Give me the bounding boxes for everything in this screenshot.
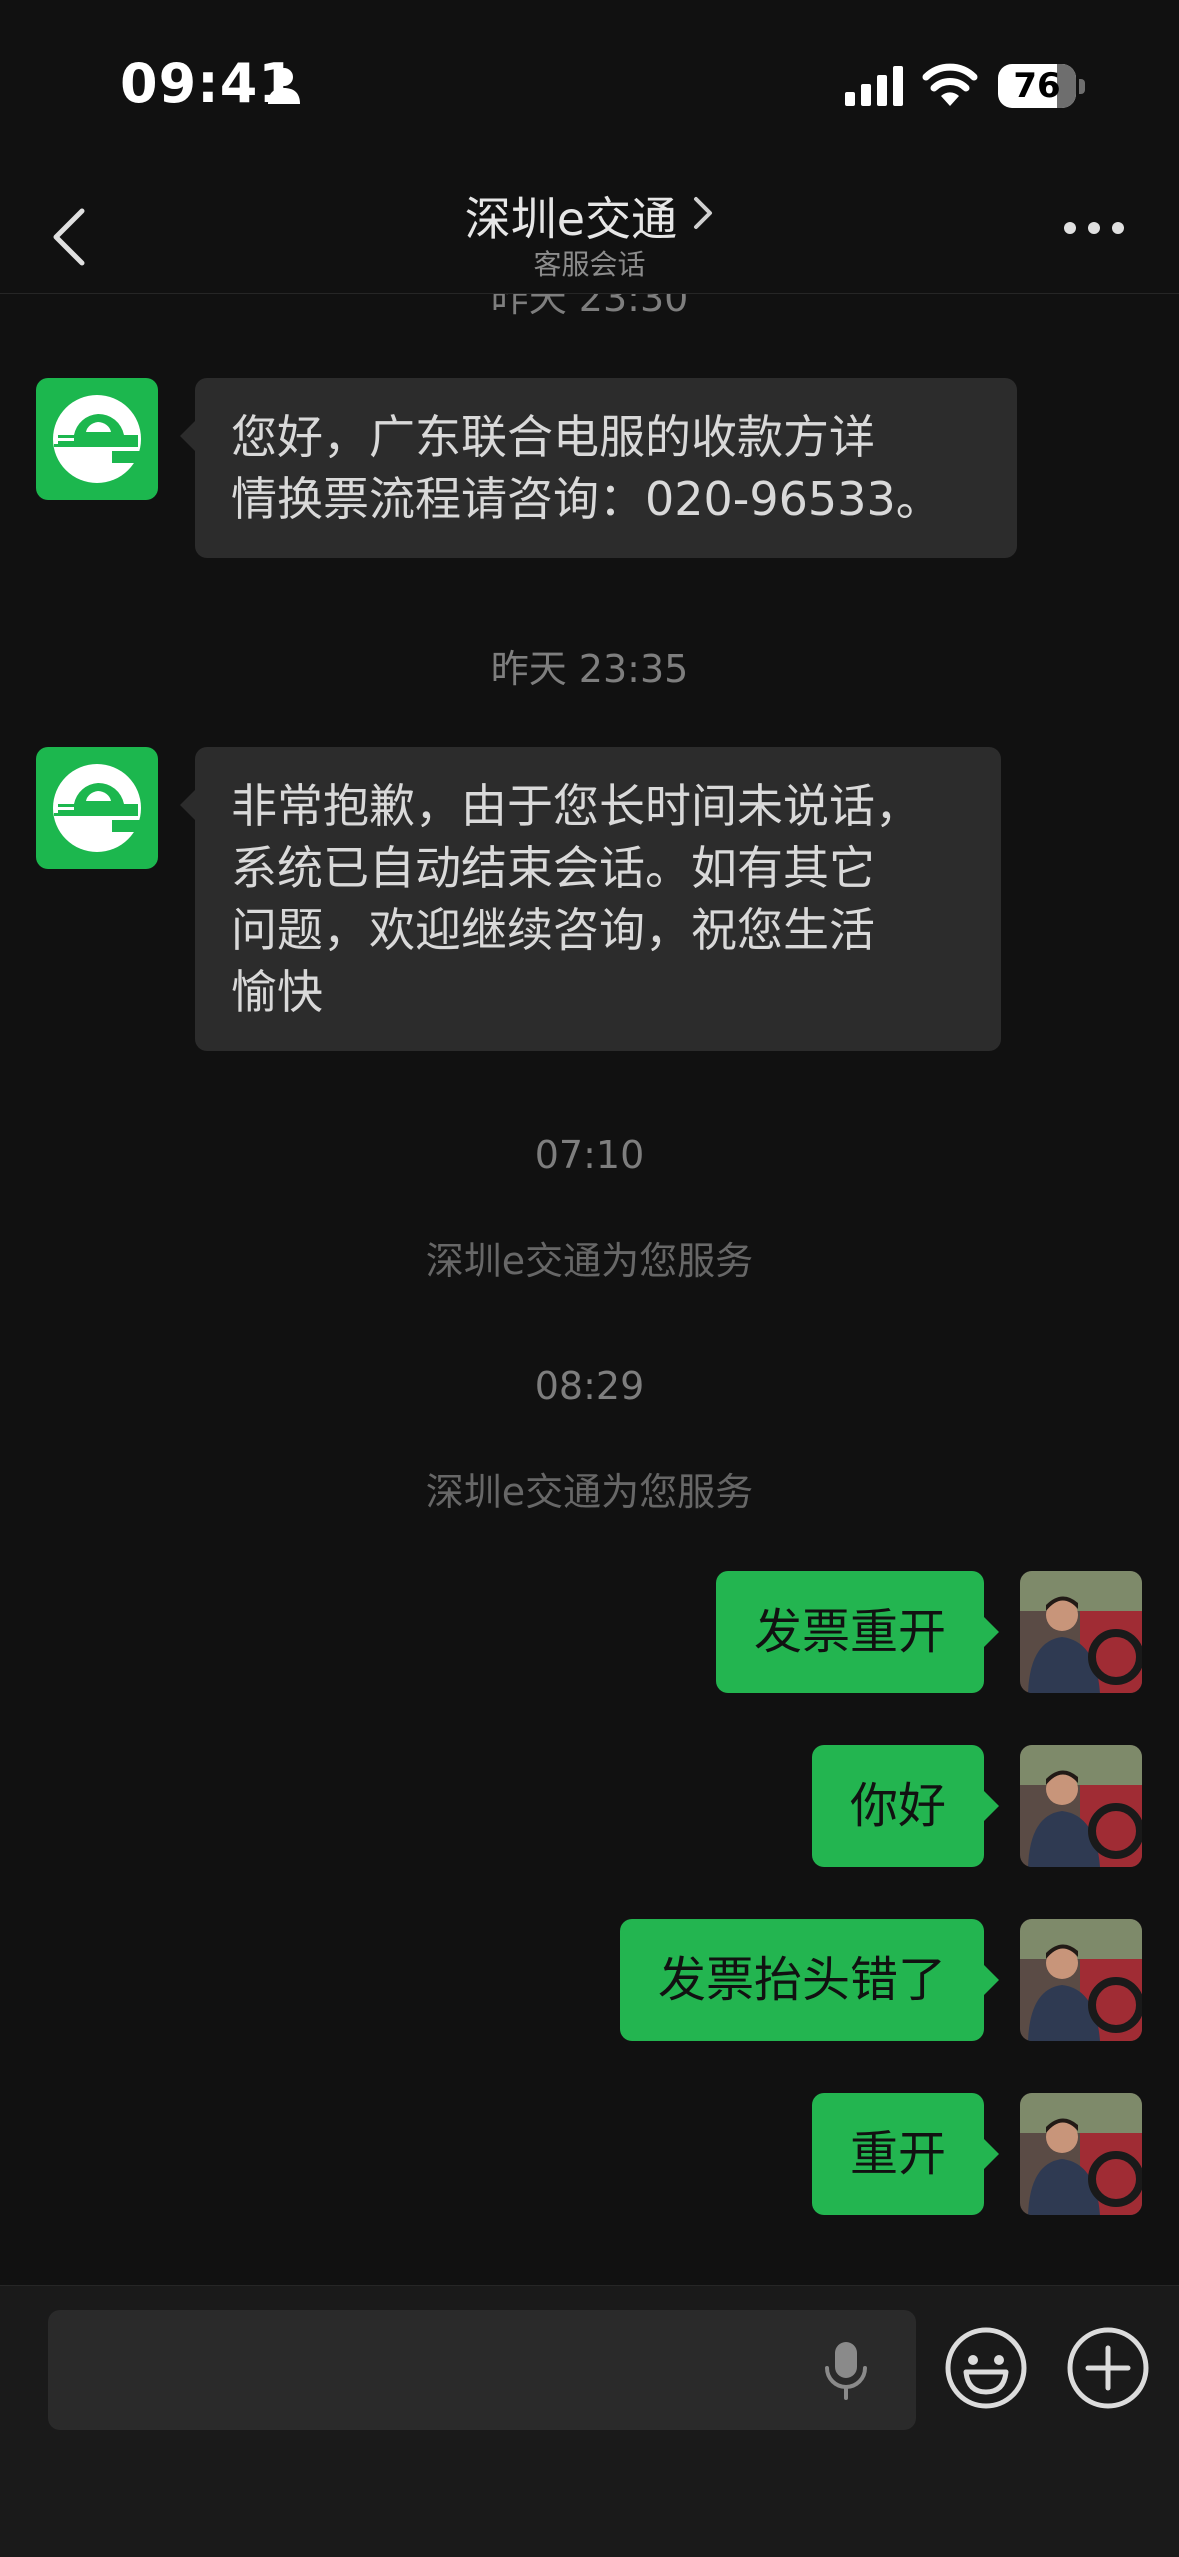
outgoing-message[interactable]: 你好 [811, 1745, 1000, 1867]
chevron-right-icon[interactable] [692, 195, 714, 231]
user-photo-icon [1020, 1571, 1142, 1693]
microphone-icon[interactable] [818, 2338, 874, 2402]
message-line: 非常抱歉，由于您长时间未说话， [231, 779, 921, 833]
system-note: 深圳e交通为您服务 [425, 1470, 754, 1514]
timestamp: 昨天 23:30 [490, 293, 689, 320]
system-note: 深圳e交通为您服务 [425, 1239, 754, 1283]
user-photo-icon [1020, 2093, 1142, 2215]
e-logo-icon [53, 395, 152, 483]
more-dots-icon[interactable] [1063, 213, 1125, 243]
message-line: 您好，广东联合电服的收款方详 [231, 410, 875, 464]
battery-cap [1079, 79, 1085, 94]
user-avatar[interactable] [1020, 2093, 1142, 2215]
user-avatar[interactable] [1020, 1919, 1142, 2041]
user-photo-icon [1020, 1919, 1142, 2041]
timestamp: 昨天 23:35 [490, 647, 689, 691]
nav-title[interactable]: 深圳e交通 [465, 192, 677, 246]
user-avatar[interactable] [1020, 1745, 1142, 1867]
wifi-icon [922, 63, 978, 106]
person-icon [268, 68, 300, 104]
user-avatar[interactable] [1020, 1571, 1142, 1693]
timestamp: 07:10 [534, 1133, 645, 1177]
battery-percent: 76 [1013, 66, 1061, 106]
service-avatar[interactable] [36, 378, 158, 500]
plus-circle-icon[interactable] [1066, 2326, 1150, 2410]
message-line: 愉快 [231, 965, 323, 1019]
message-line: 情换票流程请咨询：020-96533。 [231, 472, 942, 526]
nav-bar: 深圳e交通 客服会话 [0, 175, 1179, 294]
cellular-signal-icon [845, 66, 903, 106]
timestamp: 08:29 [534, 1364, 645, 1408]
battery-indicator: 76 [998, 64, 1076, 108]
user-photo-icon [1020, 1745, 1142, 1867]
status-bar: 09:41 76 [0, 0, 1179, 175]
outgoing-message[interactable]: 发票重开 [715, 1571, 1000, 1693]
outgoing-message[interactable]: 重开 [811, 2093, 1000, 2215]
chat-area[interactable]: 昨天 23:30 您好，广东联合电服的收款方详 情换票流程请咨询：020-965… [0, 293, 1179, 2285]
nav-subtitle: 客服会话 [533, 248, 646, 281]
incoming-message[interactable]: 您好，广东联合电服的收款方详 情换票流程请咨询：020-96533。 [180, 378, 1017, 558]
input-bar [0, 2285, 1179, 2557]
outgoing-message[interactable]: 发票抬头错了 [619, 1919, 1000, 2041]
emoji-icon[interactable] [944, 2326, 1028, 2410]
nav-title-group[interactable]: 深圳e交通 [0, 183, 1179, 249]
service-avatar[interactable] [36, 747, 158, 869]
message-line: 系统已自动结束会话。如有其它 [231, 841, 875, 895]
message-line: 问题，欢迎继续咨询，祝您生活 [231, 903, 875, 957]
incoming-message[interactable]: 非常抱歉，由于您长时间未说话， 系统已自动结束会话。如有其它 问题，欢迎继续咨询… [180, 747, 1001, 1051]
message-input[interactable] [48, 2310, 916, 2430]
e-logo-icon [53, 764, 152, 852]
